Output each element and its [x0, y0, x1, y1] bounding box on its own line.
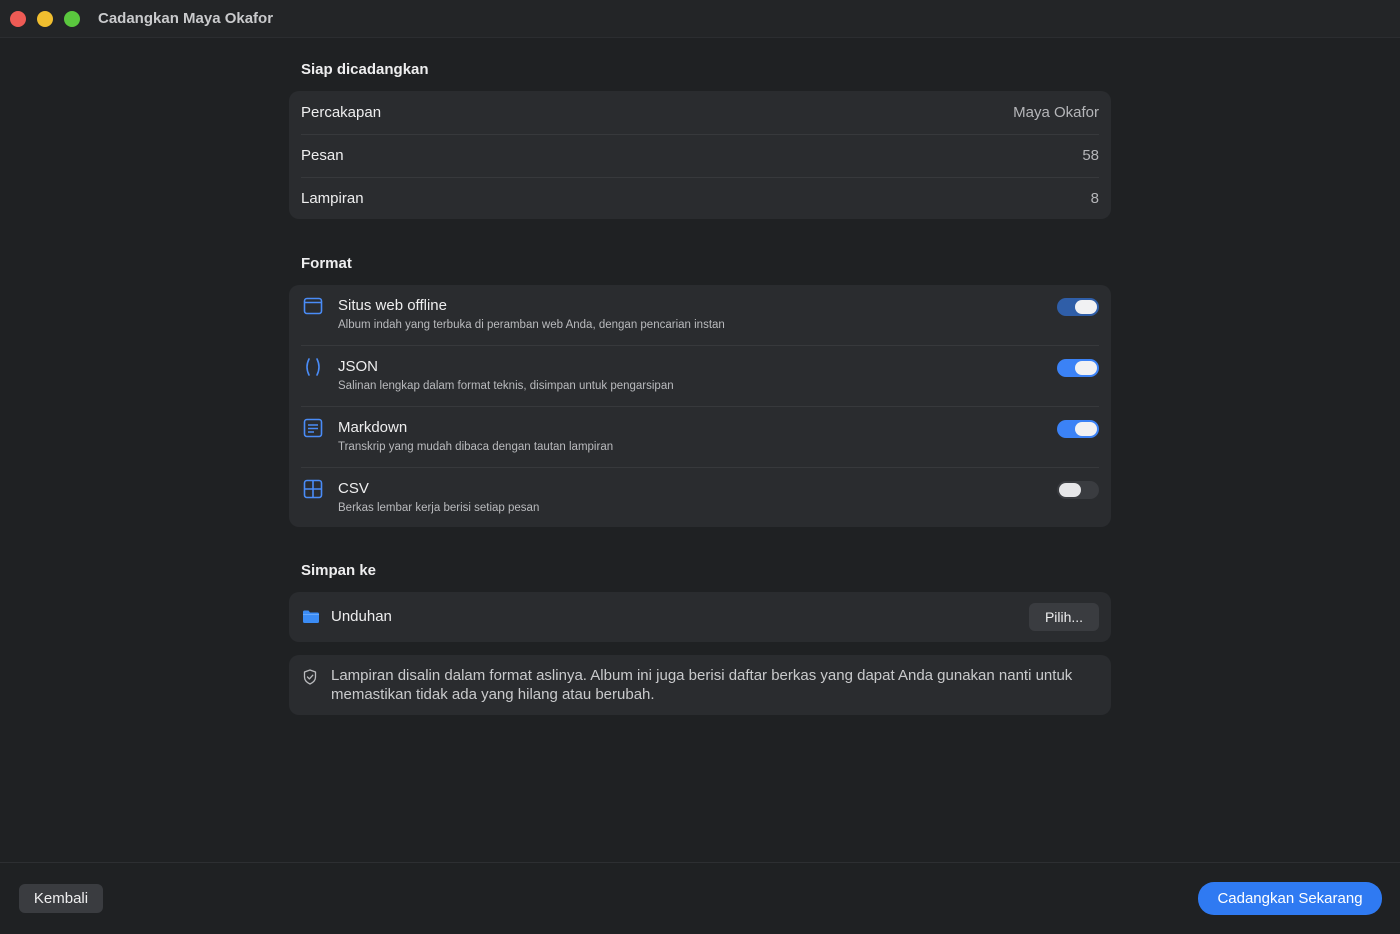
back-button[interactable]: Kembali [19, 884, 103, 913]
window-title: Cadangkan Maya Okafor [98, 10, 274, 27]
footer-divider [0, 862, 1400, 863]
format-option-markdown: Markdown Transkrip yang mudah dibaca den… [289, 407, 1111, 467]
zoom-window-button[interactable] [64, 11, 80, 27]
integrity-note-text: Lampiran disalin dalam format aslinya. A… [331, 667, 1073, 703]
format-description: Salinan lengkap dalam format teknis, dis… [338, 380, 674, 392]
title-bar: Cadangkan Maya Okafor [0, 0, 1400, 38]
summary-value: 8 [1090, 190, 1099, 207]
format-title: Situs web offline [338, 297, 447, 314]
summary-card: Percakapan Maya Okafor Pesan 58 Lampiran… [289, 91, 1111, 219]
summary-value: 58 [1082, 147, 1099, 164]
summary-label: Lampiran [301, 190, 364, 207]
backup-now-button[interactable]: Cadangkan Sekarang [1198, 882, 1382, 915]
format-card: Situs web offline Album indah yang terbu… [289, 285, 1111, 527]
minimize-window-button[interactable] [37, 11, 53, 27]
format-title: Markdown [338, 419, 408, 436]
toggle-knob [1075, 422, 1097, 436]
summary-label: Percakapan [301, 104, 382, 121]
offline-website-toggle[interactable] [1057, 298, 1099, 316]
format-description: Berkas lembar kerja berisi setiap pesan [338, 502, 540, 514]
shield-check-icon [303, 669, 317, 685]
toggle-knob [1075, 300, 1097, 314]
save-location-card: Unduhan Pilih... [289, 592, 1111, 642]
save-location-label: Unduhan [331, 608, 392, 625]
grid-table-icon [303, 479, 323, 499]
braces-icon [306, 358, 320, 376]
choose-folder-button[interactable]: Pilih... [1029, 603, 1099, 631]
backup-window: Cadangkan Maya Okafor Siap dicadangkan P… [0, 0, 1400, 934]
summary-row-conversation: Percakapan Maya Okafor [301, 91, 1099, 134]
summary-value: Maya Okafor [1013, 104, 1099, 121]
summary-row-messages: Pesan 58 [301, 134, 1099, 177]
format-title: CSV [338, 480, 369, 497]
json-toggle[interactable] [1057, 359, 1099, 377]
integrity-note-card: Lampiran disalin dalam format aslinya. A… [289, 655, 1111, 715]
toggle-knob [1059, 483, 1081, 497]
save-to-heading: Simpan ke [301, 562, 377, 579]
format-option-json: JSON Salinan lengkap dalam format teknis… [289, 346, 1111, 406]
format-option-csv: CSV Berkas lembar kerja berisi setiap pe… [289, 468, 1111, 528]
format-option-offline-website: Situs web offline Album indah yang terbu… [289, 285, 1111, 345]
document-text-icon [303, 418, 323, 438]
summary-heading: Siap dicadangkan [301, 61, 429, 78]
format-description: Transkrip yang mudah dibaca dengan tauta… [338, 441, 614, 453]
browser-window-icon [303, 297, 323, 315]
format-title: JSON [338, 358, 379, 375]
format-heading: Format [301, 255, 352, 272]
markdown-toggle[interactable] [1057, 420, 1099, 438]
format-description: Album indah yang terbuka di peramban web… [338, 319, 725, 331]
summary-label: Pesan [301, 147, 344, 164]
folder-icon [303, 610, 319, 623]
toggle-knob [1075, 361, 1097, 375]
summary-row-attachments: Lampiran 8 [301, 177, 1099, 220]
close-window-button[interactable] [10, 11, 26, 27]
csv-toggle[interactable] [1057, 481, 1099, 499]
